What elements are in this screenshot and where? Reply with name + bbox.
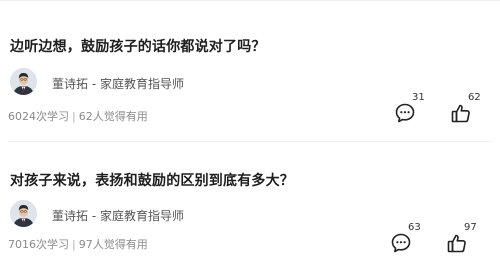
post-card[interactable]: 边听边想，鼓励孩子的话你都说对了吗？ 董诗拓 - 家庭教育指导师 6024次学习… bbox=[0, 6, 500, 142]
thumbs-up-icon bbox=[447, 234, 466, 253]
post-stats: 7016次学习 | 97人觉得有用 bbox=[8, 236, 148, 252]
comment-button[interactable]: 63 bbox=[388, 222, 428, 256]
comment-button[interactable]: 31 bbox=[392, 92, 432, 126]
learners-count: 6024次学习 bbox=[8, 110, 69, 123]
author-name[interactable]: 董诗拓 - 家庭教育指导师 bbox=[52, 75, 184, 92]
helpful-count: 97人觉得有用 bbox=[78, 238, 148, 251]
like-button[interactable]: 62 bbox=[448, 92, 488, 126]
comment-bubble-icon bbox=[395, 103, 415, 123]
author-name[interactable]: 董诗拓 - 家庭教育指导师 bbox=[52, 207, 184, 224]
comment-bubble-icon bbox=[391, 233, 411, 253]
post-card[interactable]: 对孩子来说，表扬和鼓励的区别到底有多大？ 董诗拓 - 家庭教育指导师 7016次… bbox=[0, 144, 500, 276]
post-stats: 6024次学习 | 62人觉得有用 bbox=[8, 108, 148, 124]
helpful-count: 62人觉得有用 bbox=[78, 110, 148, 123]
stats-separator: | bbox=[72, 110, 76, 123]
post-title[interactable]: 对孩子来说，表扬和鼓励的区别到底有多大？ bbox=[10, 170, 294, 190]
thumbs-up-icon bbox=[451, 104, 470, 123]
author-avatar[interactable] bbox=[10, 200, 37, 227]
top-divider bbox=[0, 0, 500, 1]
like-button[interactable]: 97 bbox=[444, 222, 484, 256]
learners-count: 7016次学习 bbox=[8, 238, 69, 251]
card-divider bbox=[8, 141, 492, 142]
stats-separator: | bbox=[72, 238, 76, 251]
author-avatar[interactable] bbox=[10, 68, 37, 95]
post-title[interactable]: 边听边想，鼓励孩子的话你都说对了吗？ bbox=[10, 36, 266, 56]
